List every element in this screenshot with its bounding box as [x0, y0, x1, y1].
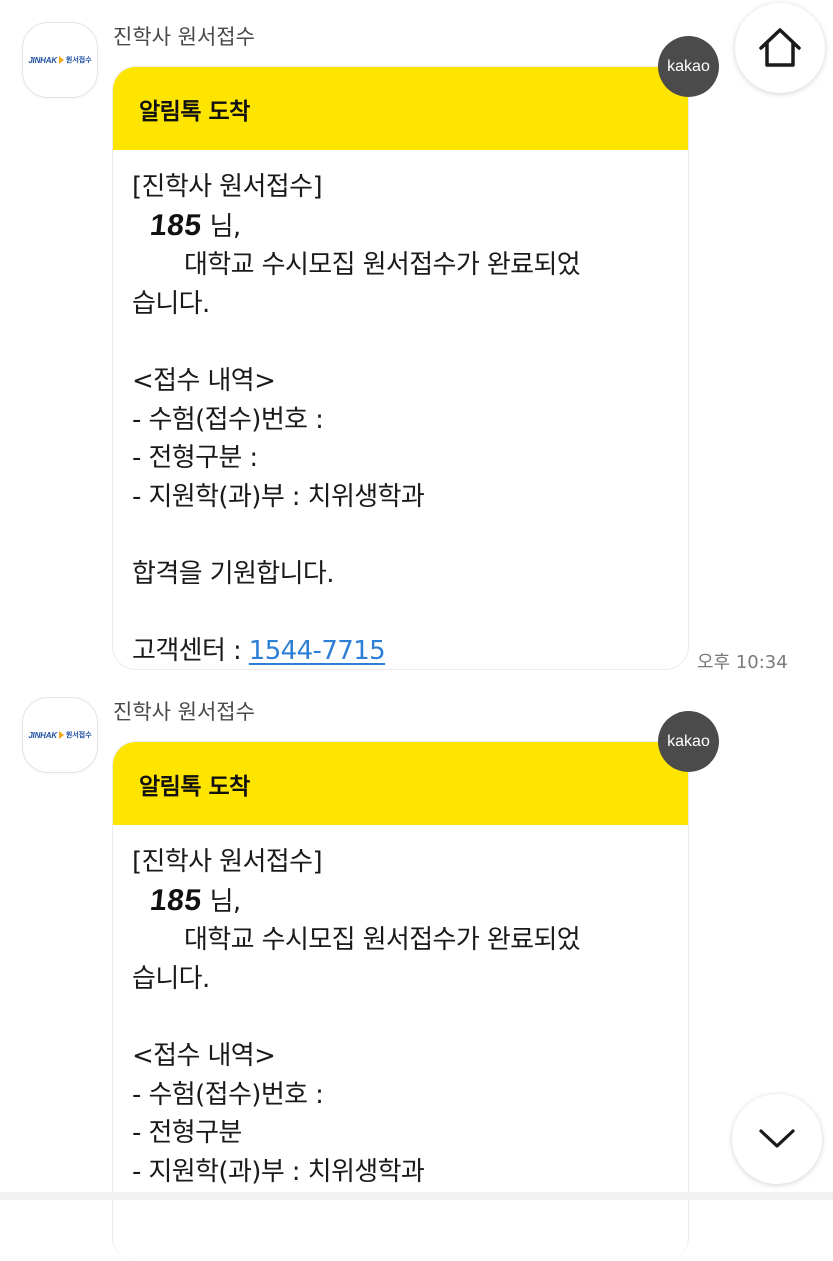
sender-avatar[interactable]: JINHAK 원서접수 [22, 22, 98, 98]
home-button[interactable] [735, 3, 825, 93]
jinhak-logo: JINHAK 원서접수 [28, 55, 91, 65]
message-timestamp: 오후 10:34 [697, 652, 788, 673]
bubble-body: [진학사 원서접수] 185 님, 대학교 수시모집 원서접수가 완료되었 습니다… [113, 150, 688, 669]
handwritten-name-mark: 185 [148, 208, 204, 242]
department-line: - 지원학(과)부 : 치위생학과 [132, 1156, 425, 1187]
completed-text-1: 대학교 수시모집 원서접수가 완료되었 [184, 925, 581, 956]
message-group-1: JINHAK 원서접수 진학사 원서접수 알림톡 도착 [진학사 원서접수] 1… [0, 22, 833, 677]
org-line: [진학사 원서접수] [132, 172, 323, 202]
jinhak-logo: JINHAK 원서접수 [28, 730, 91, 740]
bottom-edge [0, 1192, 833, 1200]
completed-line-1: 대학교 수시모집 원서접수가 완료되었 [132, 246, 668, 285]
logo-brand-text: JINHAK [28, 55, 57, 65]
sender-name: 진학사 원서접수 [113, 700, 255, 724]
kakao-badge: kakao [658, 711, 719, 772]
exam-number-line: - 수험(접수)번호 : [132, 1079, 324, 1110]
admission-type-line: - 전형구분 [132, 1118, 242, 1149]
support-line: 고객센터 : 1544-7715 [132, 632, 668, 669]
logo-sub-text: 원서접수 [65, 57, 92, 64]
message-group-2: JINHAK 원서접수 진학사 원서접수 알림톡 도착 [진학사 원서접수] 1… [0, 697, 833, 1261]
chevron-down-icon [759, 1129, 795, 1148]
department-line: - 지원학(과)부 : 치위생학과 [132, 481, 425, 512]
exam-number-line: - 수험(접수)번호 : [132, 404, 324, 435]
support-label: 고객센터 : [132, 636, 249, 667]
logo-arrow-icon [58, 731, 64, 739]
support-phone-link[interactable]: 1544-7715 [249, 636, 386, 666]
logo-arrow-icon [58, 56, 64, 64]
completed-line-2: 습니다. [132, 963, 210, 994]
bubble-header: 알림톡 도착 [113, 742, 688, 825]
section-title: <접수 내역> [132, 365, 276, 396]
section-title: <접수 내역> [132, 1040, 276, 1071]
sender-avatar[interactable]: JINHAK 원서접수 [22, 697, 98, 773]
logo-sub-text: 원서접수 [65, 732, 92, 739]
alimtalk-bubble[interactable]: 알림톡 도착 [진학사 원서접수] 185 님, 대학교 수시모집 원서접수가 완… [112, 66, 689, 670]
sender-name: 진학사 원서접수 [113, 25, 255, 49]
completed-line-1: 대학교 수시모집 원서접수가 완료되었 [132, 921, 668, 960]
home-icon [759, 28, 801, 67]
bubble-body: [진학사 원서접수] 185 님, 대학교 수시모집 원서접수가 완료되었 습니다… [113, 825, 688, 1191]
org-line: [진학사 원서접수] [132, 847, 323, 877]
kakao-badge: kakao [658, 36, 719, 97]
scroll-down-button[interactable] [732, 1094, 822, 1184]
alimtalk-bubble[interactable]: 알림톡 도착 [진학사 원서접수] 185 님, 대학교 수시모집 원서접수가 완… [112, 741, 689, 1261]
wish-line: 합격을 기원합니다. [132, 558, 334, 589]
name-suffix: 님, [209, 886, 242, 917]
completed-text-1: 대학교 수시모집 원서접수가 완료되었 [184, 250, 581, 281]
name-suffix: 님, [209, 211, 242, 242]
completed-line-2: 습니다. [132, 288, 210, 319]
recipient-line: 185 님, [132, 207, 668, 247]
admission-type-line: - 전형구분 : [132, 443, 258, 474]
recipient-line: 185 님, [132, 882, 668, 922]
logo-brand-text: JINHAK [28, 730, 57, 740]
bubble-header: 알림톡 도착 [113, 67, 688, 150]
handwritten-name-mark: 185 [148, 883, 204, 917]
